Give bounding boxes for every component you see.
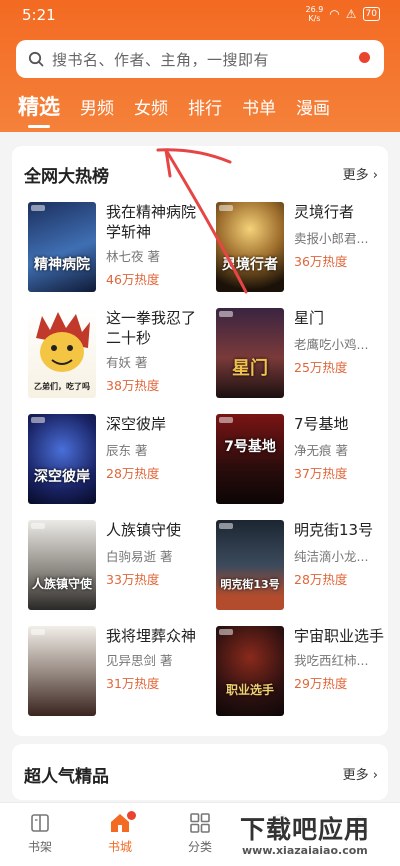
book-item[interactable]: 星门 星门 老鹰吃小鸡... 25万热度 — [216, 308, 396, 398]
alert-icon: ⚠ — [345, 7, 357, 21]
network-speed: 26.9 K/s — [305, 5, 324, 23]
tab-female[interactable]: 女频 — [134, 94, 168, 128]
cover-title: 明克街13号 — [220, 578, 280, 591]
book-author: 卖报小郎君... — [294, 231, 369, 246]
popular-premium-card: 超人气精品 更多 › — [12, 744, 388, 800]
tab-ranking[interactable]: 排行 — [188, 94, 222, 128]
wifi-icon: ◠ — [329, 7, 340, 21]
book-cover: 星门 — [216, 308, 284, 398]
book-title: 我在精神病院学斩神 — [106, 203, 197, 241]
notification-dot — [127, 811, 136, 820]
book-author: 辰东 著 — [106, 443, 148, 458]
search-bar[interactable]: 搜书名、作者、主角，一搜即有 — [16, 40, 384, 78]
book-cover: 乙弟们，吃了吗 — [28, 308, 96, 398]
tab-booklist[interactable]: 书单 — [242, 94, 276, 128]
book-cover: 职业选手 — [216, 626, 284, 716]
book-heat: 25万热度 — [294, 360, 348, 375]
book-heat: 29万热度 — [294, 676, 348, 691]
cover-title: 职业选手 — [225, 683, 274, 697]
book-author: 林七夜 著 — [106, 249, 160, 264]
book-item[interactable]: 7号基地 7号基地 净无痕 著 37万热度 — [216, 414, 396, 504]
book-author: 我吃西红柿... — [294, 653, 369, 668]
more-link[interactable]: 更多 › — [343, 764, 378, 783]
book-cover — [28, 626, 96, 716]
tab-comics[interactable]: 漫画 — [296, 94, 330, 128]
book-author: 有妖 著 — [106, 355, 148, 370]
book-item[interactable]: 深空彼岸 深空彼岸 辰东 著 28万热度 — [28, 414, 208, 504]
book-cover: 明克街13号 — [216, 520, 284, 610]
book-heat: 38万热度 — [106, 378, 160, 393]
book-title: 深空彼岸 — [106, 415, 167, 433]
book-item[interactable]: 乙弟们，吃了吗 这一拳我忍了二十秒 有妖 著 38万热度 — [28, 308, 208, 398]
hot-list-card: 全网大热榜 更多 › 精神病院 我在精神病院学斩神 林七夜 著 46万热度 灵境… — [12, 146, 388, 736]
nav-category[interactable]: 分类 — [160, 811, 240, 855]
nav-label: 书架 — [27, 840, 52, 854]
book-title: 我将埋葬众神 — [106, 627, 197, 645]
cover-title: 精神病院 — [34, 257, 90, 273]
battery-icon: 70 — [362, 7, 380, 21]
book-cover: 7号基地 — [216, 414, 284, 504]
cover-title: 人族镇守使 — [31, 577, 92, 591]
book-item[interactable]: 明克街13号 明克街13号 纯洁滴小龙... 28万热度 — [216, 520, 396, 610]
book-title: 人族镇守使 — [106, 521, 182, 539]
book-title: 宇宙职业选手 — [294, 627, 385, 645]
status-time: 5:21 — [22, 6, 56, 24]
cover-title: 深空彼岸 — [34, 469, 90, 485]
cover-title: 乙弟们，吃了吗 — [34, 382, 90, 391]
book-item[interactable]: 职业选手 宇宙职业选手 我吃西红柿... 29万热度 — [216, 626, 396, 716]
section-title: 全网大热榜 — [24, 167, 109, 187]
book-author: 白驹易逝 著 — [106, 549, 173, 564]
status-bar: 5:21 26.9 K/s ◠ ⚠ 70 — [0, 0, 400, 32]
cover-title: 灵境行者 — [222, 257, 278, 273]
book-author: 净无痕 著 — [294, 443, 348, 458]
nav-label: 书城 — [107, 840, 132, 854]
category-tabs: 精选 男频 女频 排行 书单 漫画 — [18, 92, 350, 128]
book-item[interactable]: 我将埋葬众神 见异思剑 著 31万热度 — [28, 626, 208, 716]
more-link[interactable]: 更多 › — [343, 164, 378, 183]
book-author: 见异思剑 著 — [106, 653, 173, 668]
nav-bookstore[interactable]: 书城 — [80, 811, 160, 855]
book-heat: 33万热度 — [106, 572, 160, 587]
book-heat: 28万热度 — [294, 572, 348, 587]
watermark-url: www.xiazaiaiao.com — [242, 844, 368, 857]
notification-dot — [359, 52, 370, 63]
book-heat: 28万热度 — [106, 466, 160, 481]
tab-featured[interactable]: 精选 — [18, 91, 60, 128]
book-item[interactable]: 精神病院 我在精神病院学斩神 林七夜 著 46万热度 — [28, 202, 208, 292]
book-cover: 人族镇守使 — [28, 520, 96, 610]
site-watermark: 下载吧应用 www.xiazaiaiao.com — [236, 808, 400, 866]
book-heat: 46万热度 — [106, 272, 160, 287]
book-heat: 37万热度 — [294, 466, 348, 481]
book-cover: 灵境行者 — [216, 202, 284, 292]
book-item[interactable]: 人族镇守使 人族镇守使 白驹易逝 著 33万热度 — [28, 520, 208, 610]
book-author: 老鹰吃小鸡... — [294, 337, 369, 352]
watermark-title: 下载吧应用 — [240, 815, 371, 844]
status-indicators: 26.9 K/s ◠ ⚠ 70 — [305, 5, 380, 23]
book-title: 星门 — [294, 309, 325, 327]
book-heat: 36万热度 — [294, 254, 348, 269]
tab-male[interactable]: 男频 — [80, 94, 114, 128]
book-cover: 深空彼岸 — [28, 414, 96, 504]
book-title: 明克街13号 — [294, 521, 374, 539]
book-title: 灵境行者 — [294, 203, 355, 221]
book-title: 7号基地 — [294, 415, 349, 433]
nav-bookshelf[interactable]: 书架 — [0, 811, 80, 855]
book-title: 这一拳我忍了二十秒 — [106, 309, 197, 347]
book-item[interactable]: 灵境行者 灵境行者 卖报小郎君... 36万热度 — [216, 202, 396, 292]
cover-title: 7号基地 — [224, 439, 276, 455]
book-author: 纯洁滴小龙... — [294, 549, 369, 564]
book-cover: 精神病院 — [28, 202, 96, 292]
book-heat: 31万热度 — [106, 676, 160, 691]
search-icon — [28, 51, 44, 67]
category-grid-icon — [190, 813, 210, 833]
nav-label: 分类 — [187, 840, 212, 854]
bookshelf-icon — [31, 814, 49, 832]
section-title: 超人气精品 — [24, 767, 109, 787]
cover-title: 星门 — [232, 358, 268, 379]
search-placeholder: 搜书名、作者、主角，一搜即有 — [52, 50, 270, 69]
